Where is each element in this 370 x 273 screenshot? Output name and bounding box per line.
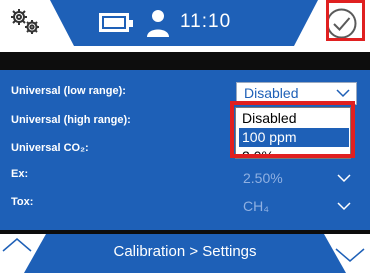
highlight-box-confirm xyxy=(326,0,365,41)
setting-label: Tox: xyxy=(11,196,34,208)
chevron-down-icon xyxy=(337,174,351,183)
chevron-down-icon xyxy=(337,202,351,211)
user-icon xyxy=(147,10,169,37)
breadcrumb: Calibration > Settings xyxy=(113,243,257,260)
ex-select[interactable]: 2.50% xyxy=(236,168,357,191)
tox-select[interactable]: CH₄ xyxy=(236,196,357,219)
chevron-down-icon xyxy=(336,89,350,98)
battery-icon xyxy=(99,13,133,32)
setting-label: Ex: xyxy=(11,168,29,180)
select-value: Disabled xyxy=(244,85,299,101)
clock-time: 11:10 xyxy=(180,11,232,32)
setting-label: Universal (high range): xyxy=(11,114,131,126)
settings-gears-icon[interactable] xyxy=(8,6,42,36)
select-value: CH₄ xyxy=(243,198,269,214)
setting-label: Universal (low range): xyxy=(11,85,126,97)
highlight-box-dropdown xyxy=(230,101,355,158)
setting-label: Universal CO₂: xyxy=(11,142,89,154)
select-value: 2.50% xyxy=(243,170,283,186)
